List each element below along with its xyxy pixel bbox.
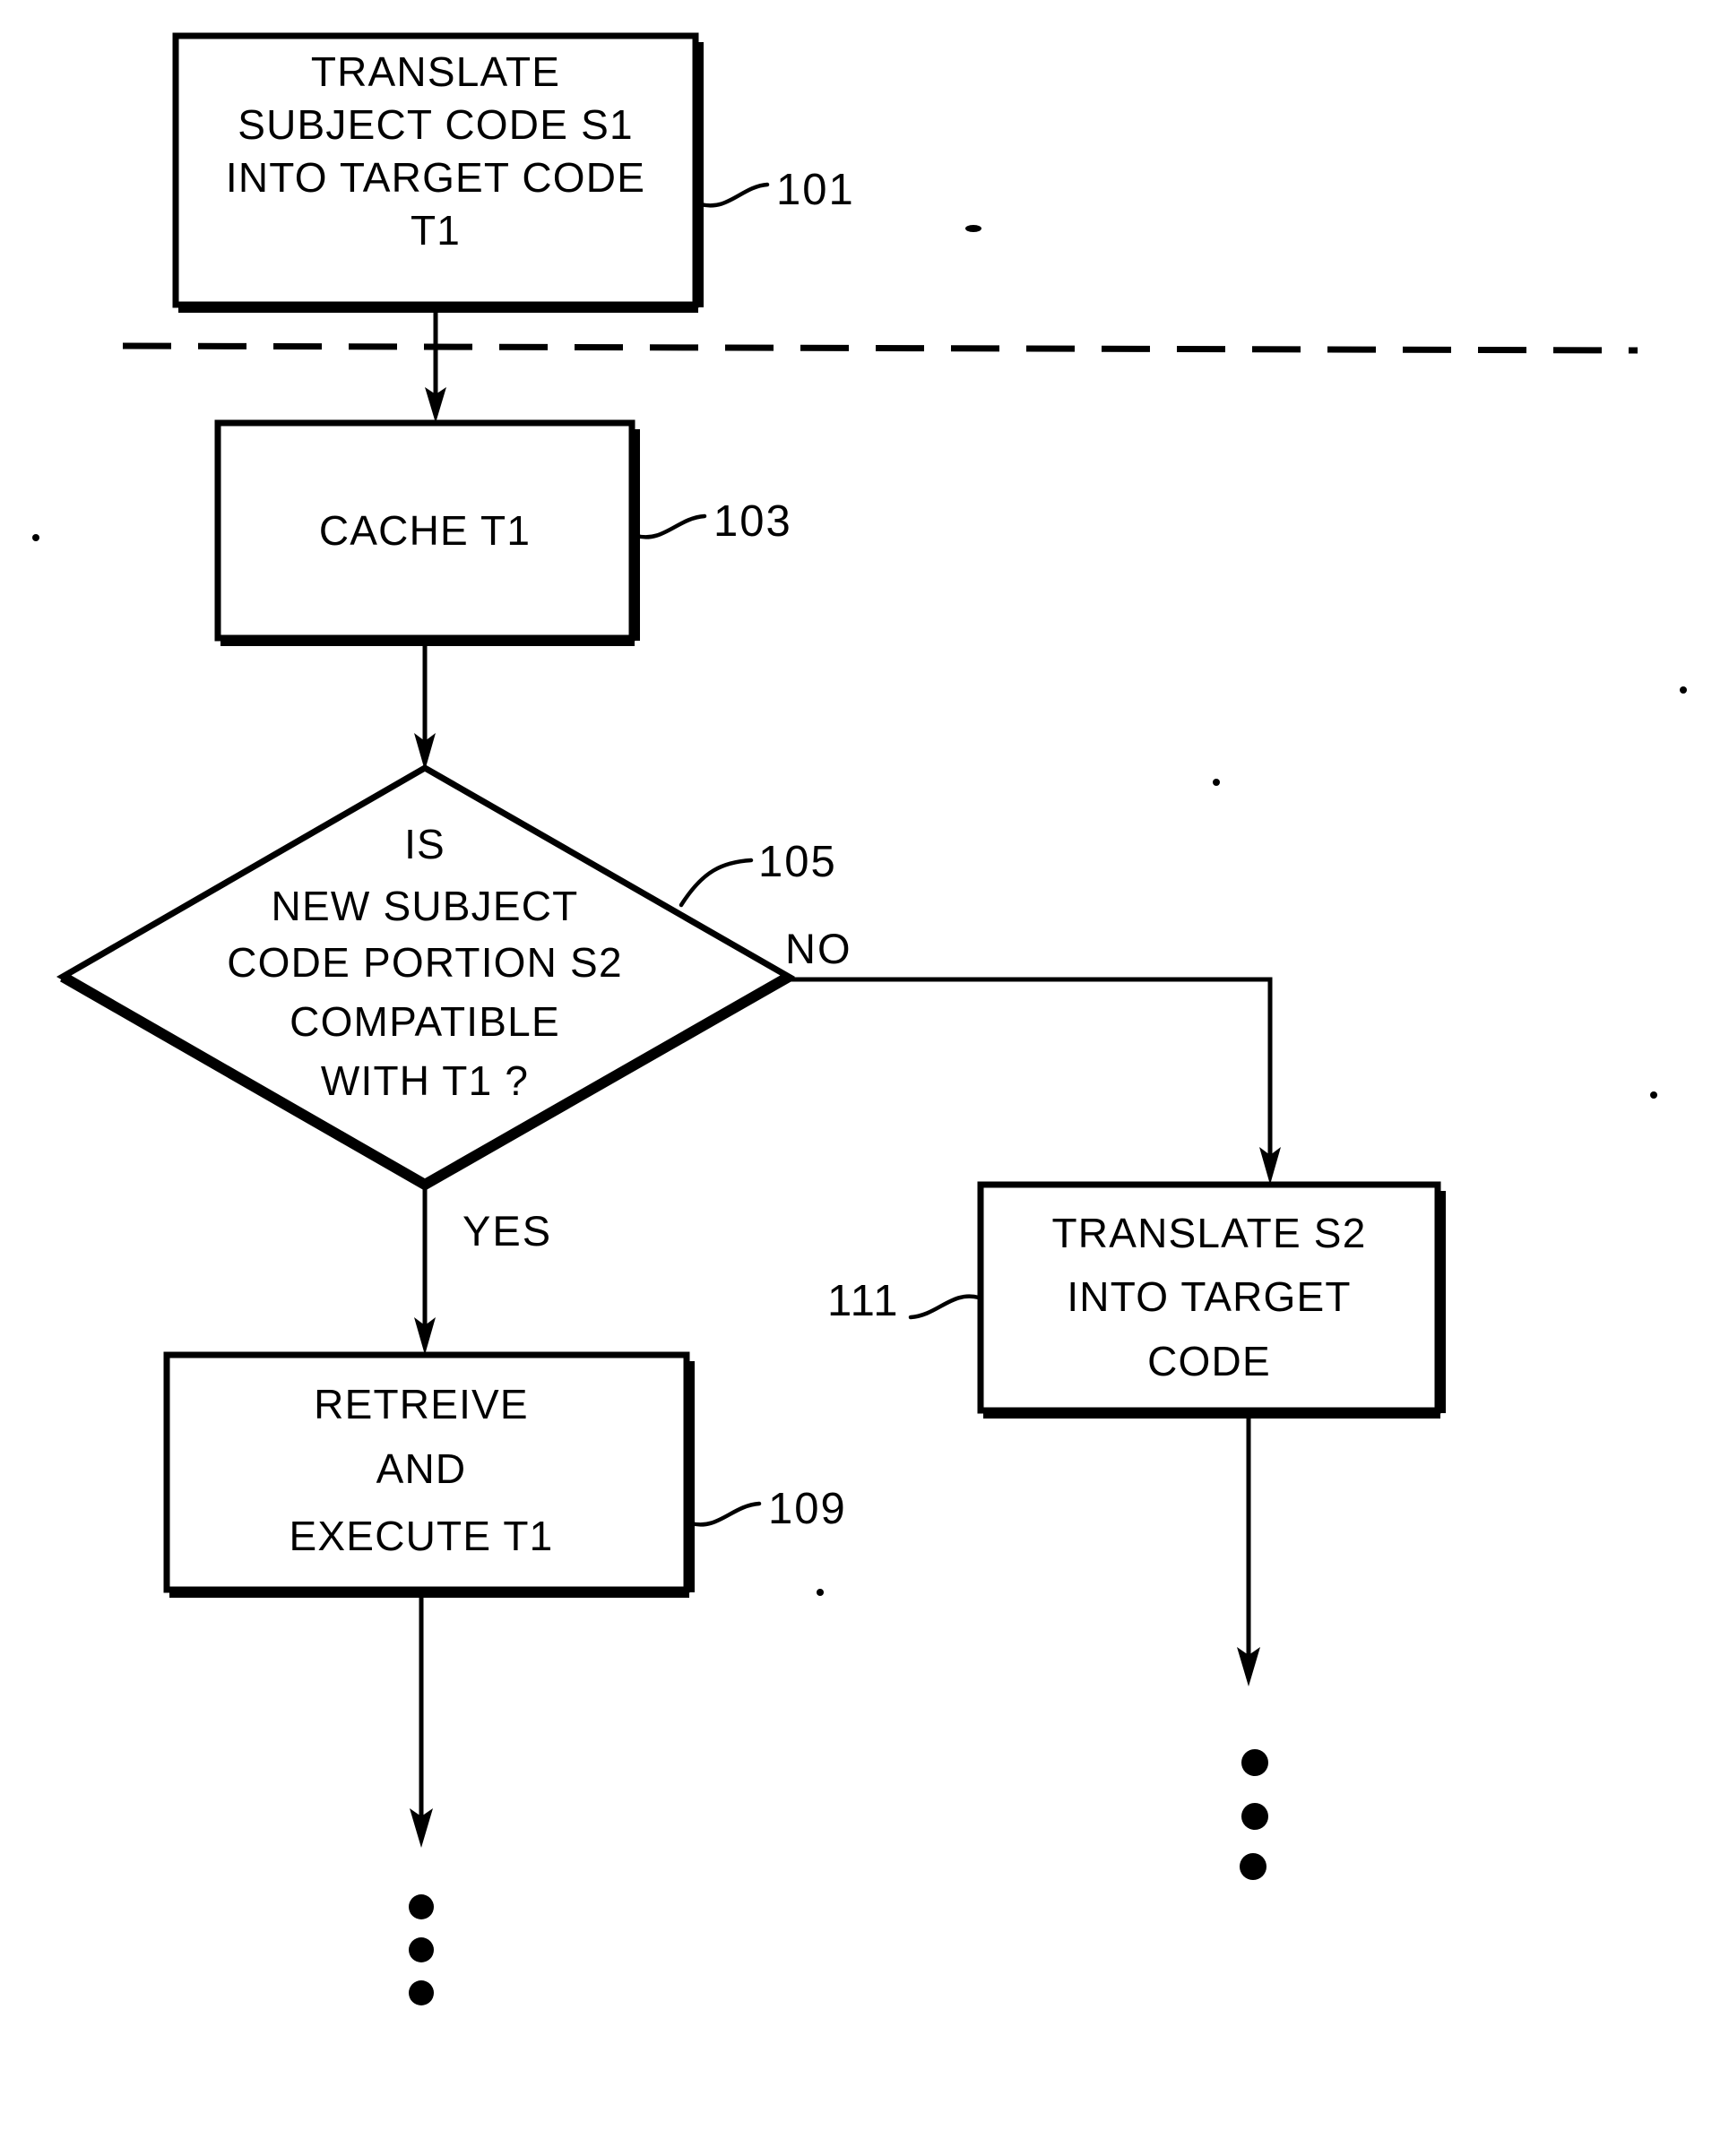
step-109-line-1: RETREIVE <box>314 1381 529 1427</box>
branch-label-yes: YES <box>463 1207 552 1255</box>
patent-figure: TRANSLATE SUBJECT CODE S1 INTO TARGET CO… <box>0 0 1729 2156</box>
step-103-leader-line <box>634 513 707 539</box>
node-step-103: CACHE T1 <box>214 419 640 646</box>
continuation-left-branch <box>409 1592 434 2005</box>
step-103-line-1: CACHE T1 <box>319 507 531 554</box>
step-111-line-1: TRANSLATE S2 <box>1052 1210 1367 1256</box>
scan-speck-artifact <box>965 225 981 232</box>
ref-label-111-group: 111 <box>827 1277 981 1325</box>
step-109-leader-line <box>688 1501 762 1527</box>
step-109-ref-number: 109 <box>768 1485 847 1533</box>
scan-speck-right-lower <box>1650 1091 1657 1099</box>
phase-separator-dashed-line <box>122 342 1638 354</box>
step-101-leader-line <box>698 182 770 208</box>
step-111-ref-number: 111 <box>827 1277 899 1325</box>
step-101-line-4: T1 <box>411 207 461 254</box>
continuation-right-dot-1 <box>1241 1749 1268 1776</box>
step-103-ref-number: 103 <box>713 497 792 546</box>
branch-label-no: NO <box>785 925 852 972</box>
scan-speck-right-upper <box>1680 686 1687 694</box>
continuation-left-dot-3 <box>409 1980 434 2005</box>
step-105-line-2: NEW SUBJECT <box>272 883 579 929</box>
node-step-109: RETREIVE AND EXECUTE T1 <box>163 1351 695 1598</box>
step-101-line-2: SUBJECT CODE S1 <box>238 101 633 148</box>
step-105-line-4: COMPATIBLE <box>290 998 560 1045</box>
step-111-leader-line <box>908 1294 981 1320</box>
connector-101-to-103 <box>425 307 446 423</box>
flowchart-diagram: TRANSLATE SUBJECT CODE S1 INTO TARGET CO… <box>32 32 1687 2005</box>
step-109-line-2: AND <box>376 1445 467 1492</box>
ref-label-101-group: 101 <box>698 166 855 214</box>
continuation-right-dot-3 <box>1240 1853 1266 1880</box>
step-111-line-2: INTO TARGET <box>1067 1273 1351 1320</box>
step-111-line-3: CODE <box>1147 1338 1271 1384</box>
continuation-right-dot-2 <box>1241 1803 1268 1830</box>
ref-label-103-group: 103 <box>634 497 792 546</box>
node-step-101: TRANSLATE SUBJECT CODE S1 INTO TARGET CO… <box>172 32 704 313</box>
node-step-111: TRANSLATE S2 INTO TARGET CODE <box>977 1181 1446 1419</box>
step-105-ref-number: 105 <box>758 838 837 886</box>
ref-label-109-group: 109 <box>688 1485 847 1533</box>
step-105-leader-line <box>679 858 754 908</box>
step-101-ref-number: 101 <box>776 166 855 214</box>
step-105-line-5: WITH T1 ? <box>321 1057 529 1104</box>
continuation-right-branch <box>1237 1413 1268 1880</box>
step-101-line-3: INTO TARGET CODE <box>226 154 645 201</box>
scan-speck-left <box>32 534 39 541</box>
connector-103-to-105 <box>414 641 436 771</box>
connector-105-yes-to-109 <box>414 1185 436 1355</box>
continuation-left-dot-1 <box>409 1894 434 1919</box>
continuation-left-dot-2 <box>409 1937 434 1962</box>
step-105-line-3: CODE PORTION S2 <box>227 939 622 986</box>
step-105-line-1: IS <box>404 821 445 867</box>
ref-label-105-group: 105 <box>679 838 837 908</box>
scan-speck-lower-mid <box>817 1589 824 1596</box>
connector-no-path <box>789 977 1273 1165</box>
step-101-line-1: TRANSLATE <box>311 48 560 95</box>
connector-105-no-to-111 <box>789 977 1281 1185</box>
node-step-105: IS NEW SUBJECT CODE PORTION S2 COMPATIBL… <box>56 763 796 1191</box>
scan-speck-mid <box>1213 779 1220 786</box>
step-109-line-3: EXECUTE T1 <box>290 1513 554 1559</box>
